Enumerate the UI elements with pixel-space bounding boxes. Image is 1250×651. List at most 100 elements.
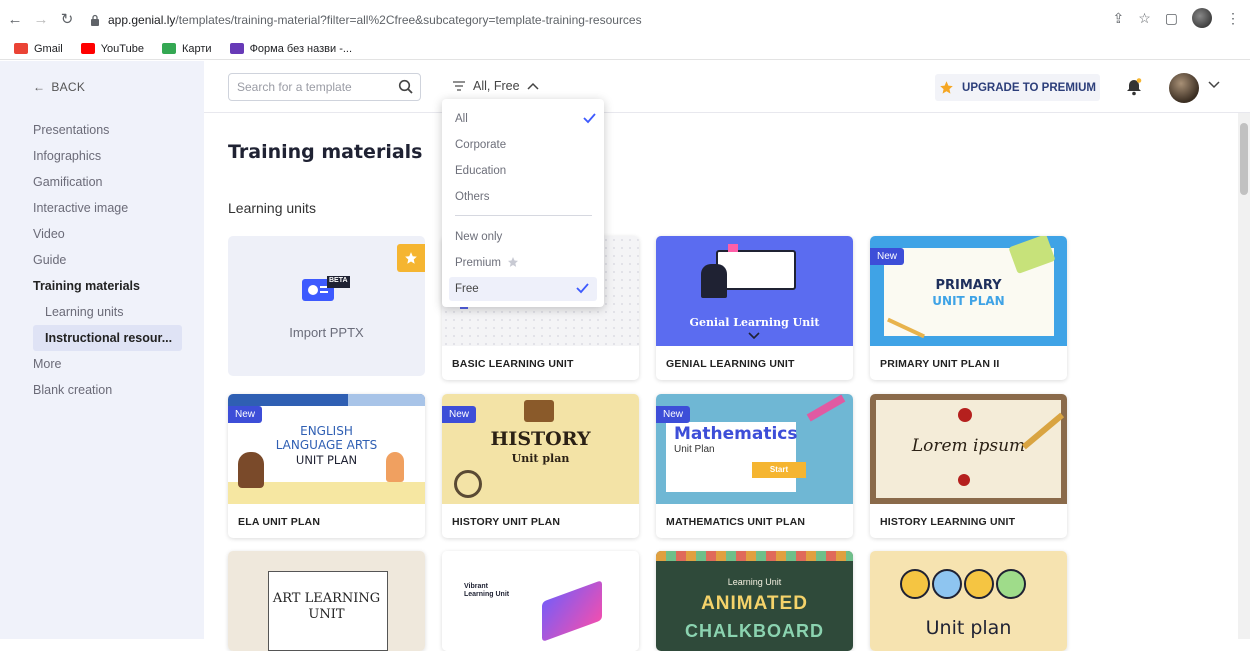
filter-option-free[interactable]: Free bbox=[449, 277, 597, 301]
search-placeholder: Search for a template bbox=[237, 80, 352, 94]
sidebar-item-video[interactable]: Video bbox=[0, 221, 204, 247]
sidebar-item-instructional-resources[interactable]: Instructional resour... bbox=[33, 325, 182, 351]
sidebar-item-interactive-image[interactable]: Interactive image bbox=[0, 195, 204, 221]
sidebar-toggle-icon[interactable]: ▢ bbox=[1165, 10, 1178, 27]
back-arrow-icon[interactable]: ← bbox=[4, 8, 26, 30]
child-illustration bbox=[238, 452, 264, 488]
sidebar-item-learning-units[interactable]: Learning units bbox=[0, 299, 204, 325]
url-path: /templates/training-material?filter=all%… bbox=[175, 13, 642, 27]
thumb-subtitle: Unit Plan bbox=[674, 444, 715, 455]
template-card-genial[interactable]: Genial Learning Unit GENIAL LEARNING UNI… bbox=[656, 236, 853, 380]
template-thumbnail: Unit plan bbox=[870, 551, 1067, 651]
youtube-icon bbox=[80, 43, 95, 54]
thumb-title: HISTORY bbox=[490, 428, 591, 450]
lock-icon bbox=[91, 14, 99, 26]
filter-option-education[interactable]: Education bbox=[442, 159, 604, 183]
template-card-unit-plan[interactable]: Unit plan bbox=[870, 551, 1067, 651]
upgrade-premium-button[interactable]: UPGRADE TO PREMIUM bbox=[935, 74, 1100, 101]
filter-option-corporate[interactable]: Corporate bbox=[442, 133, 604, 157]
chevron-down-icon[interactable] bbox=[1208, 81, 1220, 89]
ruler-illustration bbox=[806, 394, 846, 422]
filter-icon bbox=[453, 81, 465, 91]
template-card-label: HISTORY UNIT PLAN bbox=[452, 516, 561, 528]
search-icon[interactable] bbox=[398, 79, 414, 95]
template-card-label: HISTORY LEARNING UNIT bbox=[880, 516, 1016, 528]
template-card-mathematics[interactable]: Mathematics Unit Plan Start New MATHEMAT… bbox=[656, 394, 853, 538]
template-card-ela[interactable]: ENGLISH LANGUAGE ARTS UNIT PLAN New ELA … bbox=[228, 394, 425, 538]
thumb-subtitle: UNIT PLAN bbox=[932, 294, 1005, 308]
bookmark-form[interactable]: Форма без назви -... bbox=[229, 43, 352, 55]
bookmark-youtube[interactable]: YouTube bbox=[80, 43, 144, 55]
sidebar-item-more[interactable]: More bbox=[0, 351, 204, 377]
search-input[interactable]: Search for a template bbox=[228, 73, 421, 101]
filter-option-all[interactable]: All bbox=[442, 107, 604, 131]
template-card-vibrant[interactable]: Vibrant Learning Unit bbox=[442, 551, 639, 651]
wax-seal-icon bbox=[958, 408, 972, 422]
sidebar: ← BACK Presentations Infographics Gamifi… bbox=[0, 61, 204, 639]
template-card-label: ELA UNIT PLAN bbox=[238, 516, 321, 528]
filter-toggle[interactable]: All, Free bbox=[452, 79, 539, 93]
section-title: Learning units bbox=[228, 200, 316, 216]
illustration-person bbox=[701, 264, 727, 298]
thumb-title: Genial Learning Unit bbox=[689, 316, 820, 329]
sidebar-item-blank-creation[interactable]: Blank creation bbox=[0, 377, 204, 403]
thumb-title: ANIMATED bbox=[701, 593, 808, 614]
heart-icon bbox=[728, 244, 738, 252]
new-badge: New bbox=[870, 248, 905, 265]
import-pptx-card[interactable]: BETA Import PPTX bbox=[228, 236, 425, 376]
browser-toolbar: ← → ↻ app.genial.ly/templates/training-m… bbox=[0, 0, 1250, 38]
bell-icon[interactable] bbox=[1126, 78, 1142, 96]
bookmark-maps[interactable]: Карти bbox=[161, 43, 212, 55]
new-badge: New bbox=[656, 406, 691, 423]
back-button[interactable]: ← BACK bbox=[33, 80, 85, 94]
address-bar[interactable]: app.genial.ly/templates/training-materia… bbox=[90, 8, 1240, 32]
template-card-primary[interactable]: PRIMARY UNIT PLAN New PRIMARY UNIT PLAN … bbox=[870, 236, 1067, 380]
illustration-screen bbox=[716, 250, 796, 290]
compass-illustration bbox=[454, 470, 482, 498]
star-icon bbox=[508, 257, 519, 267]
template-thumbnail: Learning Unit ANIMATED CHALKBOARD bbox=[656, 551, 853, 651]
beta-badge: BETA bbox=[329, 277, 348, 284]
template-thumbnail: Lorem ipsum bbox=[870, 394, 1067, 504]
filter-label: All, Free bbox=[473, 79, 520, 93]
filter-option-others[interactable]: Others bbox=[442, 185, 604, 209]
reload-icon[interactable]: ↻ bbox=[56, 8, 78, 30]
sidebar-item-gamification[interactable]: Gamification bbox=[0, 169, 204, 195]
sidebar-item-infographics[interactable]: Infographics bbox=[0, 143, 204, 169]
thumb-title: ENGLISH bbox=[300, 424, 353, 438]
template-card-chalkboard[interactable]: Learning Unit ANIMATED CHALKBOARD bbox=[656, 551, 853, 651]
kebab-menu-icon[interactable]: ⋮ bbox=[1226, 10, 1240, 27]
premium-star-icon bbox=[397, 244, 425, 272]
scrollbar-thumb[interactable] bbox=[1240, 123, 1248, 195]
user-avatar[interactable] bbox=[1169, 73, 1199, 103]
sidebar-item-guide[interactable]: Guide bbox=[0, 247, 204, 273]
wax-seal-icon bbox=[958, 474, 970, 486]
filter-option-new-only[interactable]: New only bbox=[442, 225, 604, 249]
app: ← BACK Presentations Infographics Gamifi… bbox=[0, 61, 1250, 651]
profile-avatar-icon[interactable] bbox=[1192, 8, 1212, 28]
circle-icon bbox=[900, 569, 930, 599]
bookmark-gmail[interactable]: Gmail bbox=[14, 43, 63, 55]
template-thumbnail: ART LEARNING UNIT bbox=[228, 551, 425, 651]
thumb-subtitle: UNIT bbox=[308, 607, 345, 622]
share-icon[interactable]: ⇪ bbox=[1112, 10, 1124, 27]
sidebar-item-presentations[interactable]: Presentations bbox=[0, 117, 204, 143]
template-card-label: PRIMARY UNIT PLAN II bbox=[880, 358, 1000, 370]
url-host: app.genial.ly bbox=[108, 13, 176, 27]
circle-icon bbox=[964, 569, 994, 599]
bunting-decoration bbox=[656, 551, 853, 561]
thumb-title: ART LEARNING bbox=[272, 591, 381, 606]
filter-option-premium[interactable]: Premium bbox=[442, 251, 604, 275]
sidebar-item-training-materials[interactable]: Training materials bbox=[0, 273, 204, 299]
template-card-history[interactable]: HISTORY Unit plan New HISTORY UNIT PLAN bbox=[442, 394, 639, 538]
template-card-history-learning[interactable]: Lorem ipsum HISTORY LEARNING UNIT bbox=[870, 394, 1067, 538]
check-icon bbox=[576, 283, 589, 294]
bookmark-star-icon[interactable]: ☆ bbox=[1138, 10, 1151, 27]
thumb-title-2: LANGUAGE ARTS bbox=[275, 438, 378, 452]
scrollbar[interactable] bbox=[1238, 113, 1250, 639]
template-card-art[interactable]: ART LEARNING UNIT bbox=[228, 551, 425, 651]
forward-arrow-icon[interactable]: → bbox=[30, 8, 52, 30]
child-illustration bbox=[386, 452, 404, 482]
template-card-label: GENIAL LEARNING UNIT bbox=[666, 358, 795, 370]
sidebar-nav: Presentations Infographics Gamification … bbox=[0, 117, 204, 403]
